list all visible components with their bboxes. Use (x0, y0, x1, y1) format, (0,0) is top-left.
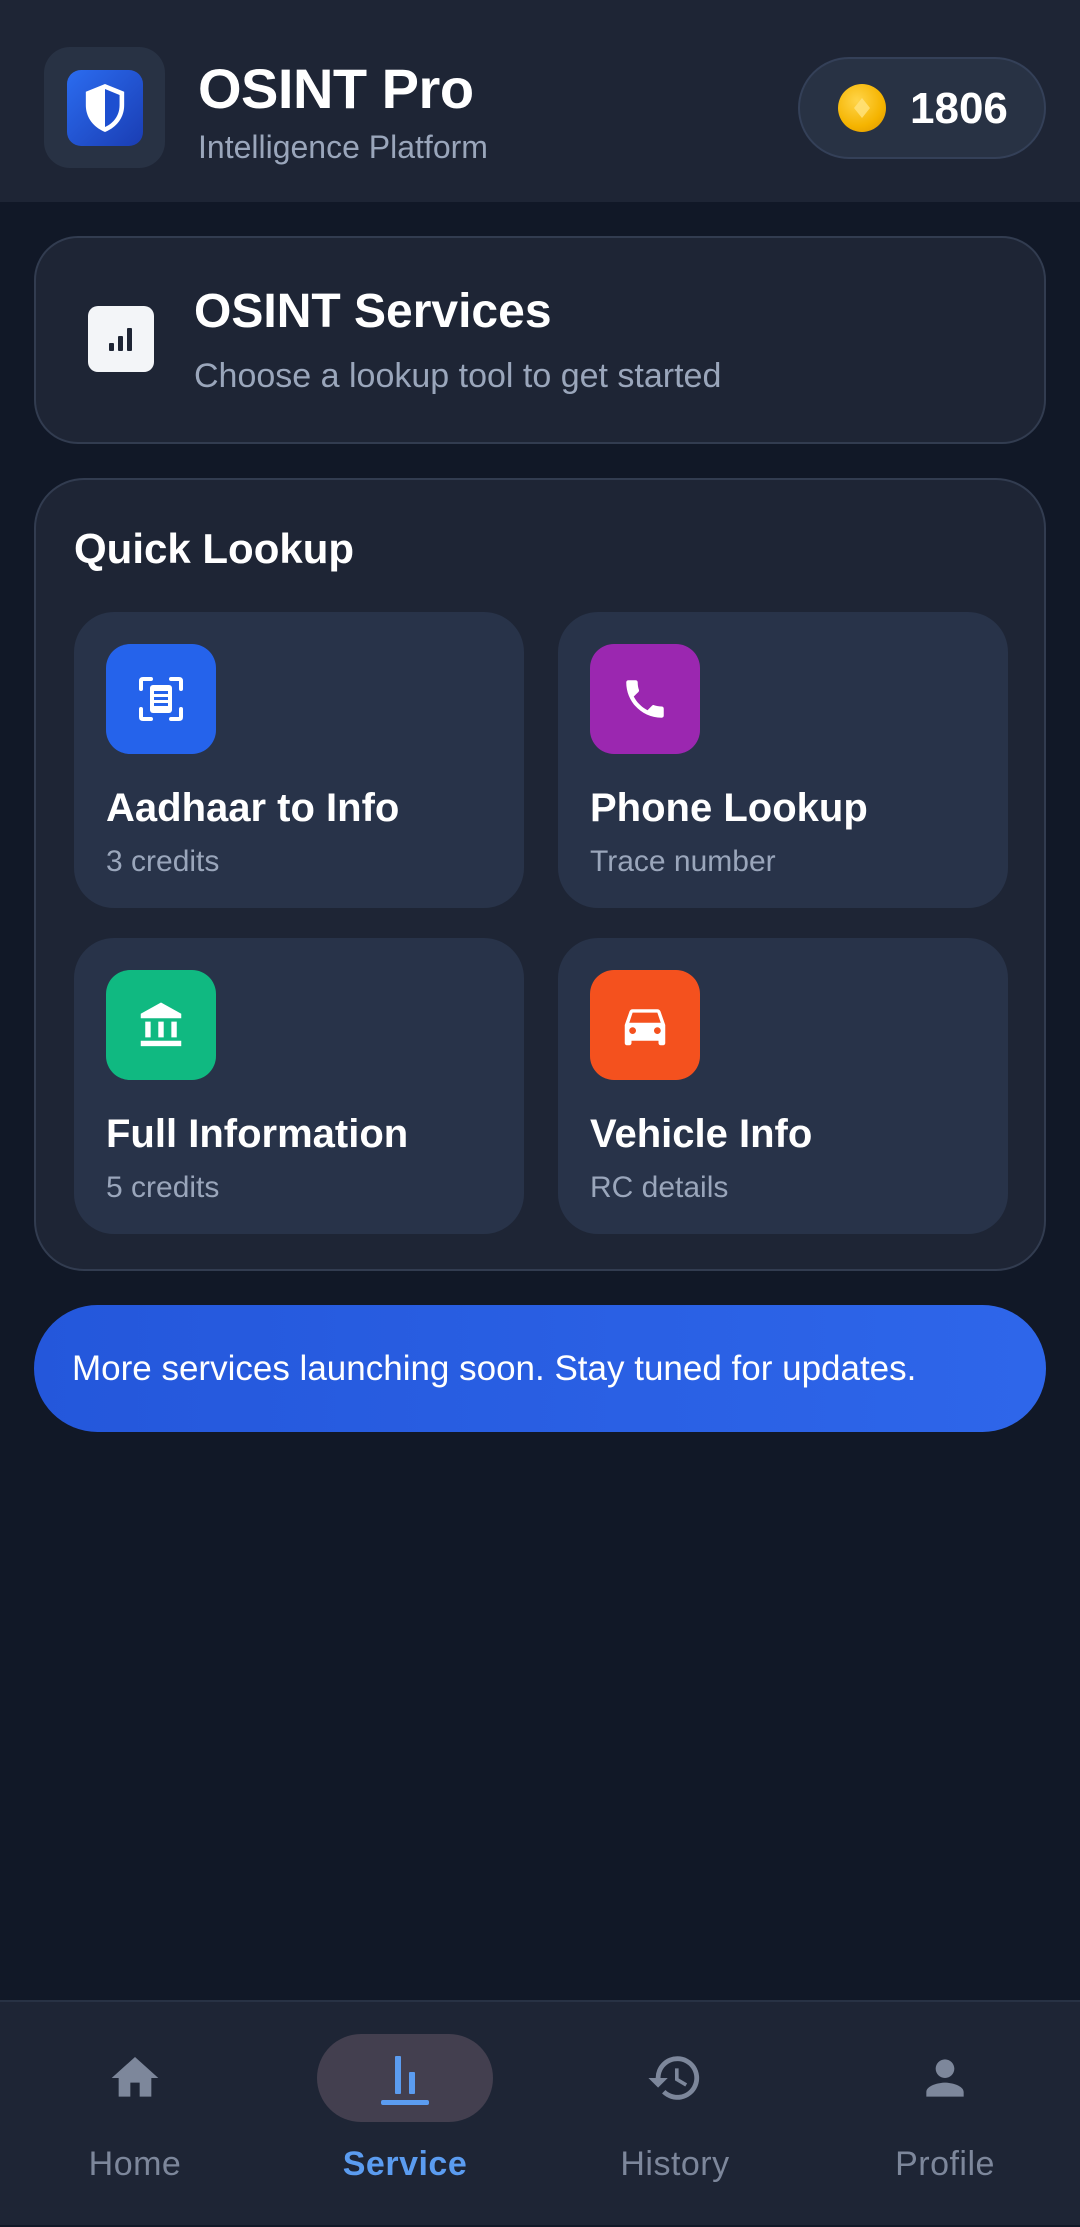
section-title: Quick Lookup (74, 525, 355, 572)
credits-value: 1806 (910, 84, 1008, 133)
tile-subtitle: 3 credits (106, 845, 220, 878)
credits-balance[interactable]: 1806 (798, 57, 1046, 159)
nav-history[interactable]: History (540, 2002, 810, 2227)
banner-text: More services launching soon. Stay tuned… (72, 1349, 917, 1388)
nav-label: History (620, 2145, 730, 2183)
lookup-tile-phone[interactable]: Phone Lookup Trace number (558, 612, 1008, 908)
nav-home[interactable]: Home (0, 2002, 270, 2227)
history-icon (648, 2056, 700, 2100)
document-scan-icon (106, 644, 216, 754)
coin-icon (838, 84, 886, 132)
bank-icon (106, 970, 216, 1080)
services-title: OSINT Services (194, 285, 552, 338)
nav-label: Profile (895, 2145, 995, 2183)
tile-title: Full Information (106, 1112, 409, 1156)
tile-title: Phone Lookup (590, 786, 868, 830)
nav-profile[interactable]: Profile (810, 2002, 1080, 2227)
shield-icon (85, 83, 124, 132)
app-subtitle: Intelligence Platform (198, 129, 488, 165)
quick-lookup-section: Quick Lookup Aadhaar to Info 3 credits P… (34, 478, 1046, 1271)
app-header: OSINT Pro Intelligence Platform 1806 (0, 0, 1080, 202)
coming-soon-banner: More services launching soon. Stay tuned… (34, 1305, 1046, 1432)
app-title: OSINT Pro (198, 57, 474, 120)
services-subtitle: Choose a lookup tool to get started (194, 357, 722, 395)
services-header-card: OSINT Services Choose a lookup tool to g… (34, 236, 1046, 444)
lookup-tile-full-information[interactable]: Full Information 5 credits (74, 938, 524, 1234)
phone-icon (590, 644, 700, 754)
tile-title: Aadhaar to Info (106, 786, 400, 830)
tile-subtitle: Trace number (590, 845, 776, 878)
tile-subtitle: RC details (590, 1171, 729, 1204)
tile-subtitle: 5 credits (106, 1171, 220, 1204)
nav-label: Service (342, 2145, 468, 2183)
tile-title: Vehicle Info (590, 1112, 813, 1156)
person-icon (926, 2059, 964, 2097)
nav-service[interactable]: Service (270, 2002, 540, 2227)
bar-chart-icon (381, 2056, 429, 2105)
app-logo (44, 47, 165, 168)
home-icon (111, 2057, 159, 2097)
bar-chart-icon (88, 306, 154, 372)
car-icon (590, 970, 700, 1080)
lookup-tile-aadhaar[interactable]: Aadhaar to Info 3 credits (74, 612, 524, 908)
nav-label: Home (88, 2145, 182, 2183)
lookup-tile-vehicle[interactable]: Vehicle Info RC details (558, 938, 1008, 1234)
bottom-navigation: Home Service History Profile (0, 2000, 1080, 2225)
